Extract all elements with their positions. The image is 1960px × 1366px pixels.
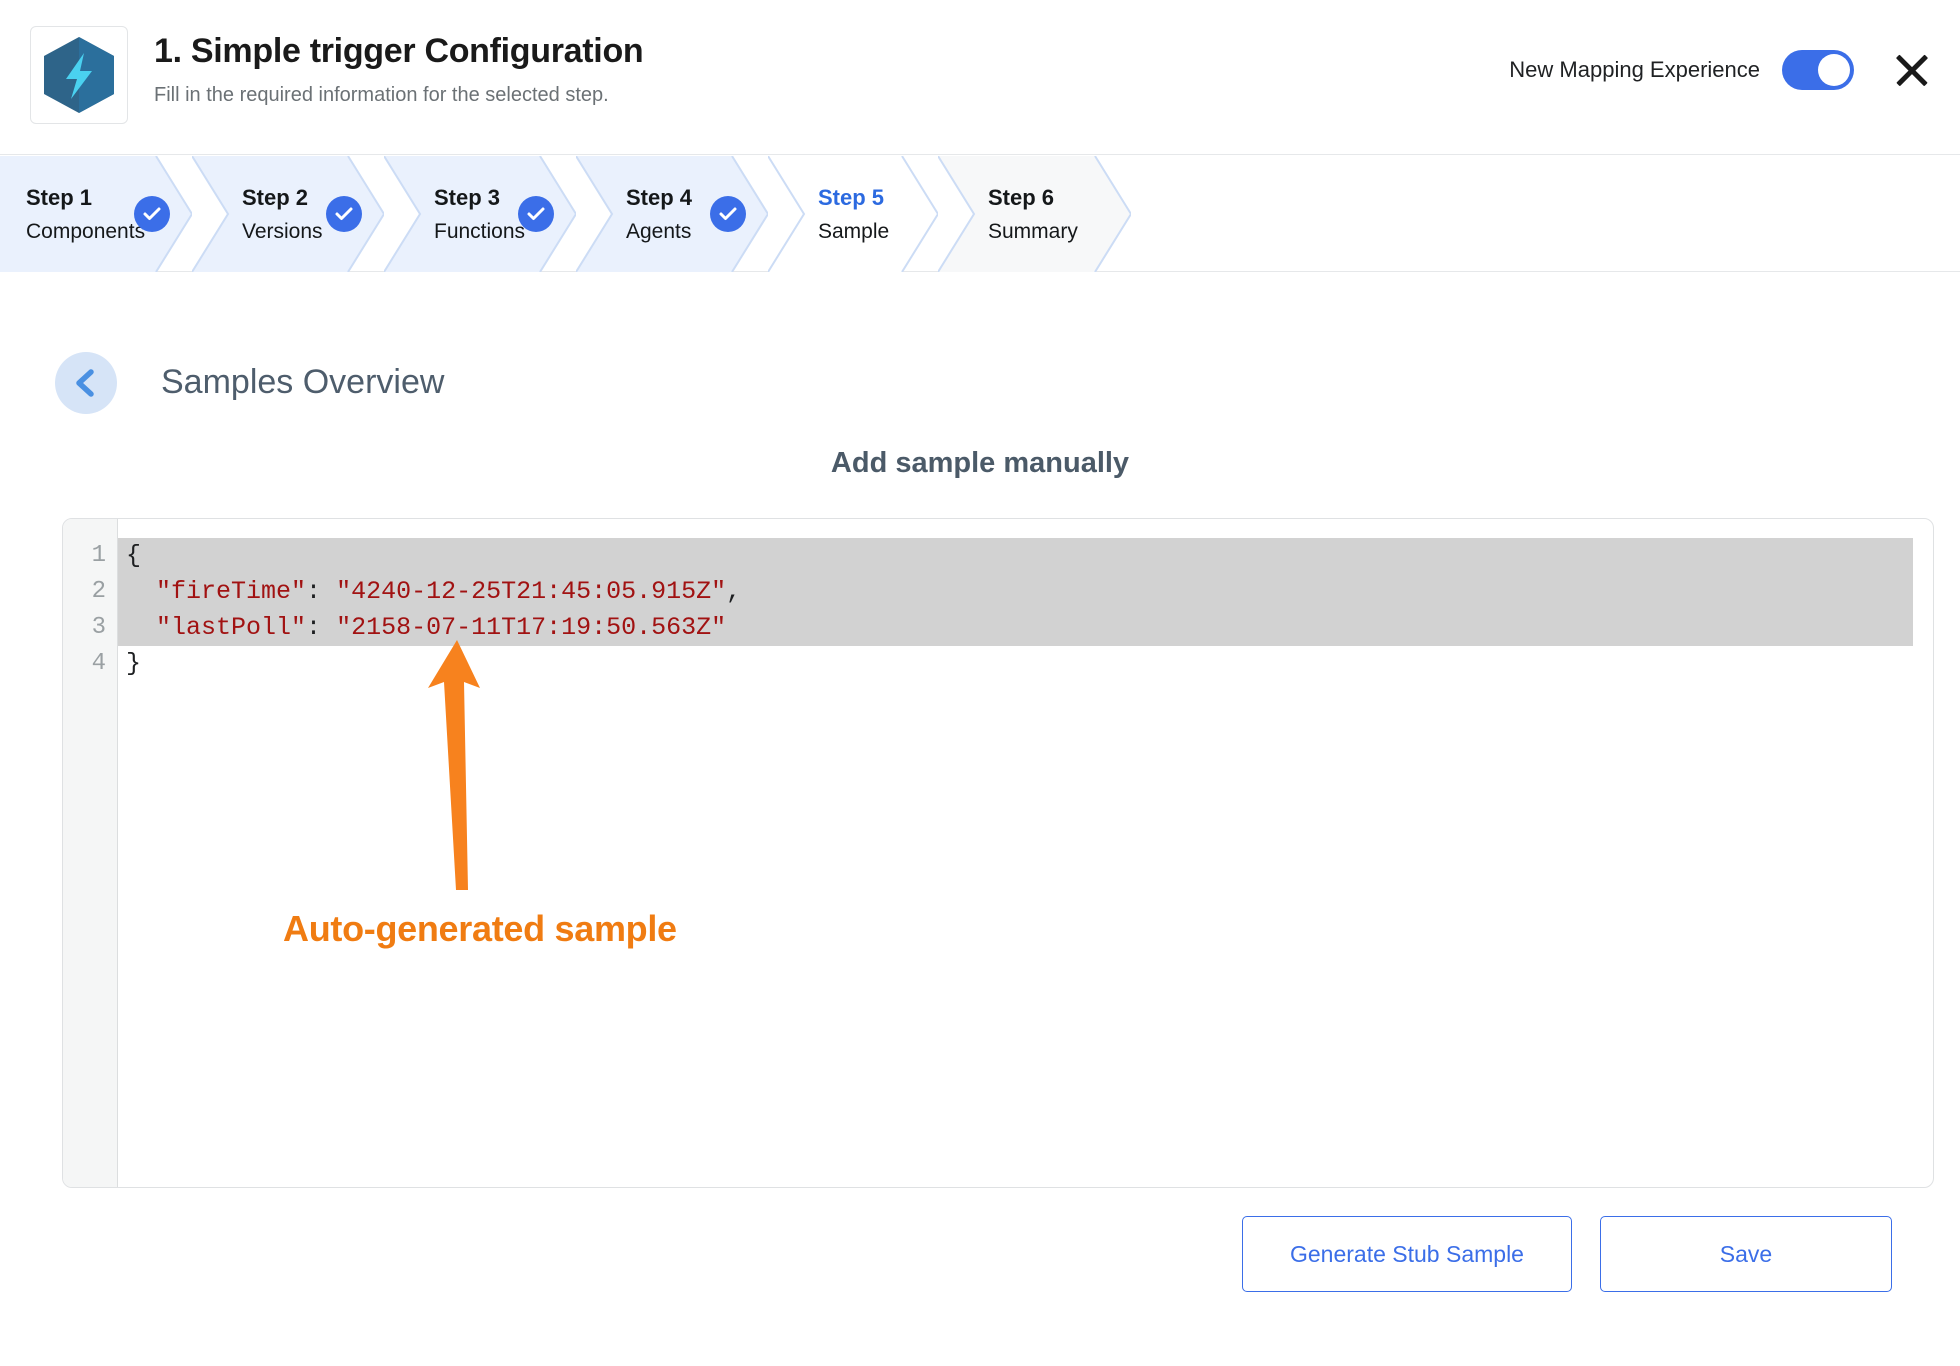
- lightning-hexagon-icon: [42, 35, 116, 115]
- code-line: "lastPoll": "2158-07-11T17:19:50.563Z": [118, 610, 1933, 646]
- page-subtitle: Fill in the required information for the…: [154, 84, 609, 107]
- save-button[interactable]: Save: [1600, 1216, 1892, 1292]
- line-number-gutter: 1 2 3 4: [63, 519, 118, 1187]
- panel-heading: Add sample manually: [830, 447, 1130, 479]
- stepper-item-number: Step 2: [242, 184, 309, 210]
- stepper-item-text: Step 4 Agents: [576, 184, 692, 245]
- line-number: 1: [91, 542, 106, 569]
- new-mapping-experience-label: New Mapping Experience: [1509, 57, 1760, 82]
- configuration-dialog: 1. Simple trigger Configuration Fill in …: [0, 0, 1960, 1366]
- close-icon[interactable]: [1890, 48, 1934, 92]
- stepper-item-text: Step 3 Functions: [384, 184, 525, 245]
- stepper-item-name: Components: [26, 220, 146, 244]
- new-mapping-experience-toggle[interactable]: [1782, 50, 1854, 90]
- code-line: }: [126, 649, 142, 678]
- header-title-block: 1. Simple trigger Configuration Fill in …: [30, 26, 644, 124]
- stepper-item-number: Step 3: [434, 184, 501, 210]
- stepper-item-name: Agents: [626, 220, 692, 244]
- stepper-item-text: Step 1 Components: [0, 184, 145, 245]
- stepper-item-components[interactable]: Step 1 Components: [0, 156, 192, 272]
- app-icon-container: [30, 26, 128, 124]
- sample-json-editor[interactable]: 1 2 3 4 { "fireTime": "4240-12-25T21:45:05.…: [62, 518, 1934, 1188]
- stepper-item-number: Step 4: [626, 184, 693, 210]
- step-complete-check-icon: [518, 196, 554, 232]
- stepper-item-sample[interactable]: Step 5 Sample: [768, 156, 938, 272]
- stepper-item-name: Functions: [434, 220, 526, 244]
- stepper-item-text: Step 2 Versions: [192, 184, 323, 245]
- stepper-item-text: Step 5 Sample: [768, 184, 889, 245]
- line-number: 4: [91, 650, 106, 677]
- header-controls: New Mapping Experience: [1509, 48, 1934, 92]
- footer-actions: Generate Stub Sample Save: [1242, 1216, 1892, 1292]
- page-title: 1. Simple trigger Configuration: [154, 32, 644, 70]
- chevron-left-icon: [73, 368, 99, 398]
- section-header: Samples Overview: [55, 352, 444, 414]
- editor-body: 1 2 3 4 { "fireTime": "4240-12-25T21:45:05.…: [63, 519, 1933, 1187]
- code-line: "fireTime": "4240-12-25T21:45:05.915Z",: [118, 574, 1933, 610]
- section-title: Samples Overview: [161, 363, 445, 402]
- stepper-item-name: Versions: [242, 220, 323, 244]
- step-complete-check-icon: [710, 196, 746, 232]
- code-area[interactable]: { "fireTime": "4240-12-25T21:45:05.915Z"…: [118, 519, 1933, 1187]
- annotation-label: Auto-generated sample: [283, 908, 677, 949]
- dialog-header: 1. Simple trigger Configuration Fill in …: [0, 0, 1960, 155]
- step-complete-check-icon: [134, 196, 170, 232]
- step-complete-check-icon: [326, 196, 362, 232]
- stepper-item-name: Sample: [818, 220, 890, 244]
- back-button[interactable]: [55, 352, 117, 414]
- code-line: {: [118, 538, 1933, 574]
- stepper-item-name: Summary: [988, 220, 1078, 244]
- stepper-item-number: Step 1: [26, 184, 93, 210]
- dialog-footer: Generate Stub Sample Save: [0, 1188, 1960, 1366]
- stepper-item-number: Step 6: [988, 184, 1055, 210]
- wizard-stepper: Step 1 Components Step 2 Versions Step 3 Func…: [0, 156, 1960, 272]
- stepper-item-functions[interactable]: Step 3 Functions: [384, 156, 576, 272]
- line-number: 2: [91, 578, 106, 605]
- stepper-item-summary[interactable]: Step 6 Summary: [938, 156, 1131, 272]
- stepper-item-number: Step 5: [818, 184, 885, 210]
- toggle-knob: [1818, 54, 1850, 86]
- stepper-item-agents[interactable]: Step 4 Agents: [576, 156, 768, 272]
- stepper-item-versions[interactable]: Step 2 Versions: [192, 156, 384, 272]
- stepper-item-text: Step 6 Summary: [938, 184, 1078, 245]
- line-number: 3: [91, 614, 106, 641]
- generate-stub-sample-button[interactable]: Generate Stub Sample: [1242, 1216, 1572, 1292]
- header-text: 1. Simple trigger Configuration Fill in …: [154, 26, 644, 107]
